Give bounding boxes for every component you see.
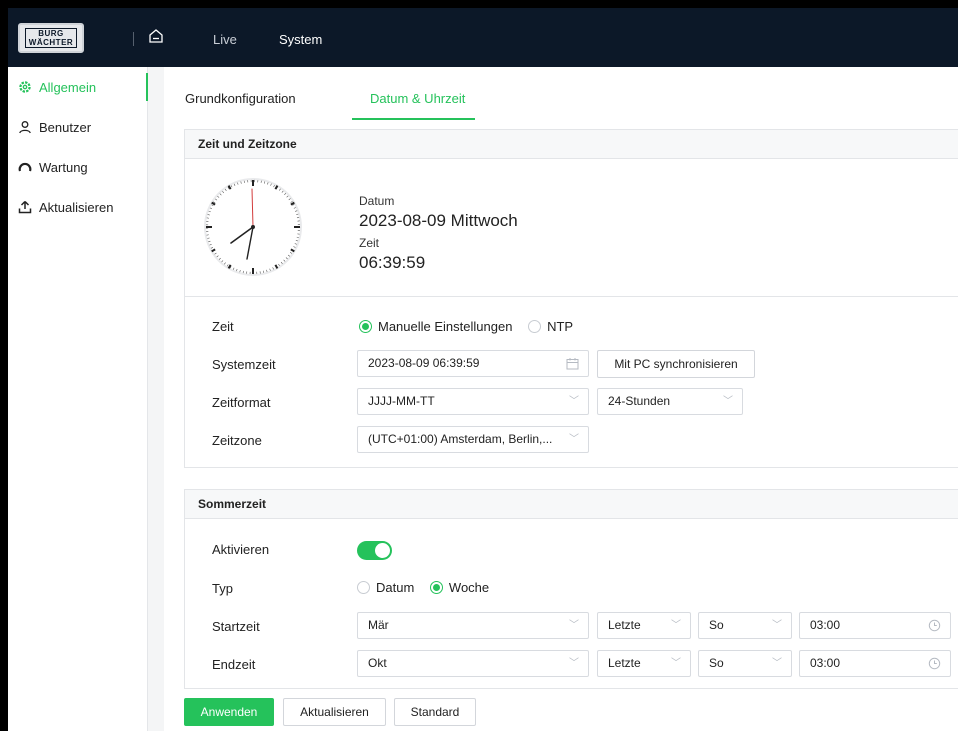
- zeit-label: Zeit: [212, 319, 234, 334]
- clock-icon[interactable]: [928, 657, 941, 670]
- end-day-select[interactable]: So ﹀: [698, 650, 792, 677]
- end-week-value: Letzte: [608, 656, 641, 670]
- radio-ntp[interactable]: [528, 320, 542, 334]
- startzeit-label: Startzeit: [212, 619, 260, 634]
- section-title: Zeit und Zeitzone: [185, 130, 958, 159]
- sidebar-item-label: Allgemein: [39, 79, 97, 95]
- systemzeit-value: 2023-08-09 06:39:59: [368, 356, 480, 370]
- chevron-down-icon: ﹀: [569, 658, 579, 669]
- top-bar: BURG WÄCHTER Live System: [8, 8, 958, 67]
- chevron-down-icon: ﹀: [569, 620, 579, 631]
- radio-woche-label[interactable]: Woche: [449, 580, 489, 595]
- default-button[interactable]: Standard: [394, 698, 476, 726]
- start-month-select[interactable]: Mär ﹀: [357, 612, 589, 639]
- radio-manual-label[interactable]: Manuelle Einstellungen: [378, 319, 512, 334]
- section-title: Sommerzeit: [185, 490, 958, 519]
- hour-format-value: 24-Stunden: [608, 394, 671, 408]
- zeit-mode-radio-group: Manuelle Einstellungen NTP: [359, 318, 585, 334]
- start-week-value: Letzte: [608, 618, 641, 632]
- gauge-icon: [18, 162, 32, 172]
- tab-bar: Grundkonfiguration Datum & Uhrzeit: [164, 67, 958, 125]
- aktivieren-label: Aktivieren: [212, 542, 270, 557]
- systemzeit-label: Systemzeit: [212, 357, 276, 372]
- clock-icon[interactable]: [928, 619, 941, 632]
- chevron-down-icon: ﹀: [671, 658, 681, 669]
- end-time-input[interactable]: 03:00: [799, 650, 951, 677]
- upload-icon: [18, 200, 32, 214]
- tab-grundkonfiguration[interactable]: Grundkonfiguration: [185, 91, 296, 106]
- refresh-button[interactable]: Aktualisieren: [283, 698, 386, 726]
- dst-panel: Sommerzeit Aktivieren Typ Datum Woche St…: [184, 489, 958, 689]
- nav-live[interactable]: Live: [213, 32, 237, 47]
- chevron-down-icon: ﹀: [772, 658, 782, 669]
- start-time-input[interactable]: 03:00: [799, 612, 951, 639]
- endzeit-label: Endzeit: [212, 657, 256, 672]
- app-window: BURG WÄCHTER Live System Allgemein Benut…: [8, 8, 958, 731]
- nav-system[interactable]: System: [279, 32, 322, 47]
- end-month-value: Okt: [368, 656, 387, 670]
- radio-ntp-label[interactable]: NTP: [547, 319, 573, 334]
- radio-datum[interactable]: [357, 581, 370, 595]
- start-day-value: So: [709, 618, 724, 632]
- apply-button[interactable]: Anwenden: [184, 698, 274, 726]
- timezone-select[interactable]: (UTC+01:00) Amsterdam, Berlin,... ﹀: [357, 426, 589, 453]
- end-time-value: 03:00: [810, 656, 841, 670]
- time-value: 06:39:59: [359, 253, 426, 272]
- start-day-select[interactable]: So ﹀: [698, 612, 792, 639]
- chevron-down-icon: ﹀: [671, 620, 681, 631]
- start-time-value: 03:00: [810, 618, 841, 632]
- chevron-down-icon: ﹀: [723, 396, 733, 407]
- date-label: Datum: [359, 194, 395, 208]
- chevron-down-icon: ﹀: [569, 434, 579, 445]
- sidebar-item-benutzer[interactable]: Benutzer: [8, 107, 147, 147]
- typ-label: Typ: [212, 581, 233, 596]
- sidebar-item-wartung[interactable]: Wartung: [8, 147, 147, 187]
- sidebar-item-label: Wartung: [39, 159, 88, 175]
- logo-text: BURG WÄCHTER: [24, 28, 78, 48]
- hour-format-select[interactable]: 24-Stunden ﹀: [597, 388, 743, 415]
- brand-logo[interactable]: BURG WÄCHTER: [18, 23, 84, 53]
- active-tab-indicator: [352, 118, 475, 120]
- start-week-select[interactable]: Letzte ﹀: [597, 612, 691, 639]
- end-month-select[interactable]: Okt ﹀: [357, 650, 589, 677]
- calendar-icon[interactable]: [566, 357, 579, 370]
- gear-icon: [19, 81, 31, 93]
- zeitzone-label: Zeitzone: [212, 433, 262, 448]
- user-icon: [19, 121, 31, 134]
- sidebar-item-label: Benutzer: [39, 119, 92, 135]
- radio-woche[interactable]: [429, 581, 443, 595]
- sidebar: Allgemein Benutzer Wartung Aktualisieren: [8, 67, 148, 731]
- dst-type-radio-group: Datum Woche: [357, 579, 501, 595]
- top-divider: [133, 32, 134, 46]
- chevron-down-icon: ﹀: [772, 620, 782, 631]
- radio-datum-label[interactable]: Datum: [376, 580, 414, 595]
- sync-with-pc-button[interactable]: Mit PC synchronisieren: [597, 350, 755, 378]
- time-label: Zeit: [359, 236, 380, 250]
- sidebar-item-aktualisieren[interactable]: Aktualisieren: [8, 187, 147, 227]
- home-icon[interactable]: [148, 28, 164, 44]
- main-content: Grundkonfiguration Datum & Uhrzeit Zeit …: [164, 67, 958, 731]
- end-week-select[interactable]: Letzte ﹀: [597, 650, 691, 677]
- analog-clock: [204, 178, 302, 276]
- zeitformat-label: Zeitformat: [212, 395, 271, 410]
- date-format-select[interactable]: JJJJ-MM-TT ﹀: [357, 388, 589, 415]
- radio-manual[interactable]: [359, 320, 372, 334]
- systemzeit-input[interactable]: 2023-08-09 06:39:59: [357, 350, 589, 377]
- chevron-down-icon: ﹀: [569, 396, 579, 407]
- time-zone-panel: Zeit und Zeitzone Datum 2023-08-09 Mittw…: [184, 129, 958, 468]
- timezone-value: (UTC+01:00) Amsterdam, Berlin,...: [368, 432, 553, 446]
- dst-enable-toggle[interactable]: [357, 541, 392, 560]
- end-day-value: So: [709, 656, 724, 670]
- tab-datum-uhrzeit[interactable]: Datum & Uhrzeit: [370, 91, 465, 106]
- section-divider: [185, 296, 958, 297]
- date-value: 2023-08-09 Mittwoch: [359, 211, 518, 230]
- sidebar-item-label: Aktualisieren: [39, 199, 114, 215]
- date-format-value: JJJJ-MM-TT: [368, 394, 435, 408]
- start-month-value: Mär: [368, 618, 389, 632]
- sidebar-item-allgemein[interactable]: Allgemein: [8, 67, 148, 107]
